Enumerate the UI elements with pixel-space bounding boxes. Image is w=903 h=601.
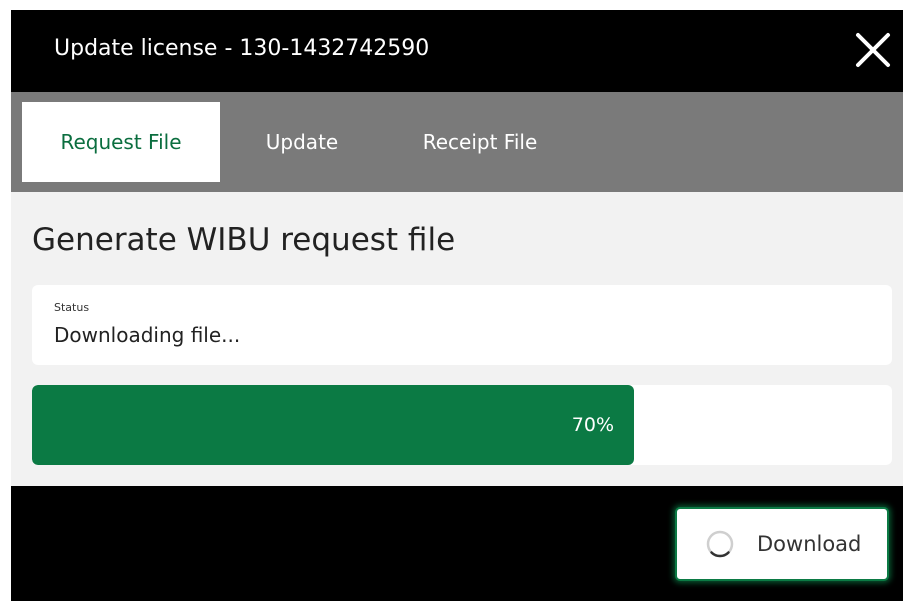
status-value: Downloading file... [54,323,241,347]
download-label: Download [757,532,862,556]
download-button[interactable]: Download [675,507,889,581]
progress-bar: 70% [32,385,892,465]
dialog-footer: Download [11,486,903,601]
tab-update[interactable]: Update [243,102,361,182]
tab-receipt-file[interactable]: Receipt File [391,102,569,182]
progress-percent: 70% [571,414,614,436]
close-icon [856,33,890,67]
dialog-title: Update license - 130-1432742590 [54,36,430,61]
update-license-dialog: Update license - 130-1432742590 Request … [11,10,903,601]
section-heading: Generate WIBU request file [32,222,456,258]
loading-spinner-icon [706,530,734,558]
status-label: Status [54,301,90,314]
close-button[interactable] [851,28,895,72]
tab-request-file[interactable]: Request File [22,102,220,182]
progress-fill: 70% [32,385,634,465]
status-card: Status Downloading file... [32,285,892,365]
dialog-content: Generate WIBU request file Status Downlo… [11,192,903,486]
dialog-titlebar: Update license - 130-1432742590 [11,10,903,92]
tab-bar: Request File Update Receipt File [11,92,903,192]
